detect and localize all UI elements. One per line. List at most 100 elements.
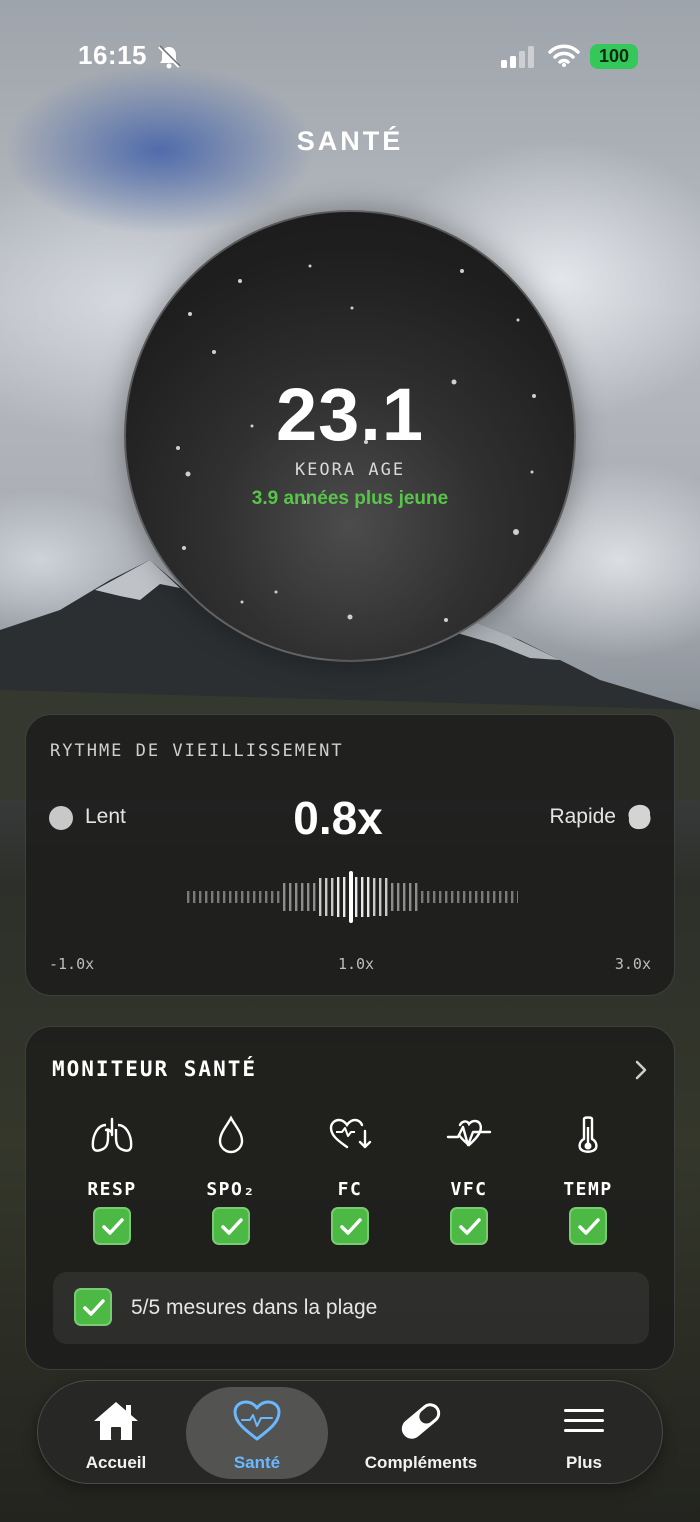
slider-tick: [211, 891, 214, 903]
slider-tick: [433, 891, 436, 903]
tab-plus[interactable]: Plus: [518, 1387, 650, 1479]
slider-thumb[interactable]: [349, 871, 353, 923]
tab-label: Plus: [566, 1453, 602, 1472]
slider-tick: [229, 891, 232, 903]
metric-label: VFC: [450, 1179, 488, 1200]
wifi-icon: [548, 44, 580, 67]
measurements-summary: 5/5 mesures dans la plage: [53, 1272, 649, 1344]
home-icon: [94, 1402, 138, 1440]
slider-tick: [253, 891, 256, 903]
slider-tick: [235, 891, 238, 903]
slider-tick: [367, 877, 370, 917]
health-monitor-card[interactable]: MONITEUR SANTÉ RESP SPO₂ FC VFC TEMP 5/5…: [25, 1026, 675, 1370]
slider-tick: [265, 891, 268, 903]
metric-fc[interactable]: FC: [300, 1111, 400, 1251]
check-icon: [569, 1207, 607, 1245]
fast-blob-icon: [628, 804, 651, 830]
slider-tick: [415, 883, 418, 911]
page-title: SANTÉ: [296, 126, 404, 156]
tab-label: Santé: [233, 1453, 281, 1472]
slider-tick: [463, 891, 466, 903]
summary-text: 5/5 mesures dans la plage: [131, 1296, 378, 1319]
aging-pace-title: RYTHME DE VIEILLISSEMENT: [50, 741, 344, 761]
slider-tick: [409, 883, 412, 911]
slider-tick: [313, 883, 316, 911]
heart-rate-down-icon: [329, 1118, 372, 1149]
slider-tick: [511, 891, 514, 903]
status-bar: 16:15 100: [0, 0, 700, 110]
slider-tick: [193, 891, 196, 903]
slider-tick: [517, 891, 518, 903]
scale-max-label: 3.0x: [614, 955, 651, 973]
slider-tick: [373, 878, 376, 916]
slider-tick: [481, 891, 484, 903]
age-comparison-text: 3.9 années plus jeune: [251, 488, 449, 509]
slider-tick: [427, 891, 430, 903]
slider-tick: [457, 891, 460, 903]
check-icon: [331, 1207, 369, 1245]
slider-tick: [397, 883, 400, 911]
keora-age-value: 23.1: [275, 373, 425, 456]
cellular-signal-icon: [501, 46, 534, 68]
slider-tick: [343, 877, 346, 917]
slider-tick: [325, 878, 328, 916]
slider-tick: [421, 891, 424, 903]
slider-tick: [331, 878, 334, 916]
heart-variability-icon: [446, 1119, 492, 1147]
slider-tick: [319, 878, 322, 916]
check-icon: [212, 1207, 250, 1245]
slider-tick: [499, 891, 502, 903]
lungs-icon: [91, 1117, 133, 1152]
slider-tick: [487, 891, 490, 903]
heart-pulse-icon: [233, 1400, 281, 1441]
metric-vfc[interactable]: VFC: [419, 1111, 519, 1251]
metric-label: FC: [337, 1179, 363, 1200]
slider-tick: [307, 883, 310, 911]
slider-tick: [439, 891, 442, 903]
slider-tick: [337, 877, 340, 917]
thermometer-icon: [578, 1116, 598, 1153]
check-icon: [450, 1207, 488, 1245]
drop-icon: [218, 1115, 244, 1154]
metric-temp[interactable]: TEMP: [538, 1111, 638, 1251]
slider-tick: [361, 877, 364, 917]
aging-pace-card[interactable]: RYTHME DE VIEILLISSEMENT Lent 0.8x Rapid…: [25, 714, 675, 996]
slider-tick: [205, 891, 208, 903]
slider-tick: [223, 891, 226, 903]
chevron-right-icon[interactable]: [634, 1059, 648, 1081]
slider-tick: [475, 891, 478, 903]
keora-age-label: KEORA AGE: [294, 460, 406, 480]
check-icon: [93, 1207, 131, 1245]
tab-label: Compléments: [364, 1453, 478, 1472]
metric-spo2[interactable]: SPO₂: [181, 1111, 281, 1251]
slider-tick: [247, 891, 250, 903]
slider-tick: [493, 891, 496, 903]
slider-tick: [505, 891, 508, 903]
status-time: 16:15: [78, 40, 147, 70]
check-icon: [74, 1288, 112, 1326]
slider-tick: [289, 883, 292, 911]
metric-resp[interactable]: RESP: [62, 1111, 162, 1251]
silent-bell-icon: [158, 45, 181, 69]
slider-tick: [199, 891, 202, 903]
tab-bar: Accueil Santé Compléments Plus: [37, 1380, 663, 1484]
slider-tick: [277, 891, 280, 903]
slider-tick: [241, 891, 244, 903]
tab-sante[interactable]: Santé: [186, 1387, 328, 1479]
slider-tick: [385, 878, 388, 916]
tab-accueil[interactable]: Accueil: [46, 1387, 186, 1479]
slider-tick: [403, 883, 406, 911]
slider-tick: [301, 883, 304, 911]
keora-age-orb[interactable]: 23.1 KEORA AGE 3.9 années plus jeune: [124, 210, 576, 662]
slider-tick: [259, 891, 262, 903]
pace-slider[interactable]: [184, 869, 518, 925]
slider-tick: [469, 891, 472, 903]
tab-complements[interactable]: Compléments: [338, 1387, 504, 1479]
slider-tick: [445, 891, 448, 903]
slider-tick: [379, 878, 382, 916]
health-monitor-title: MONITEUR SANTÉ: [52, 1057, 258, 1081]
tab-label: Accueil: [85, 1453, 147, 1472]
slider-tick: [283, 883, 286, 911]
slider-tick: [451, 891, 454, 903]
metric-label: SPO₂: [206, 1179, 256, 1200]
